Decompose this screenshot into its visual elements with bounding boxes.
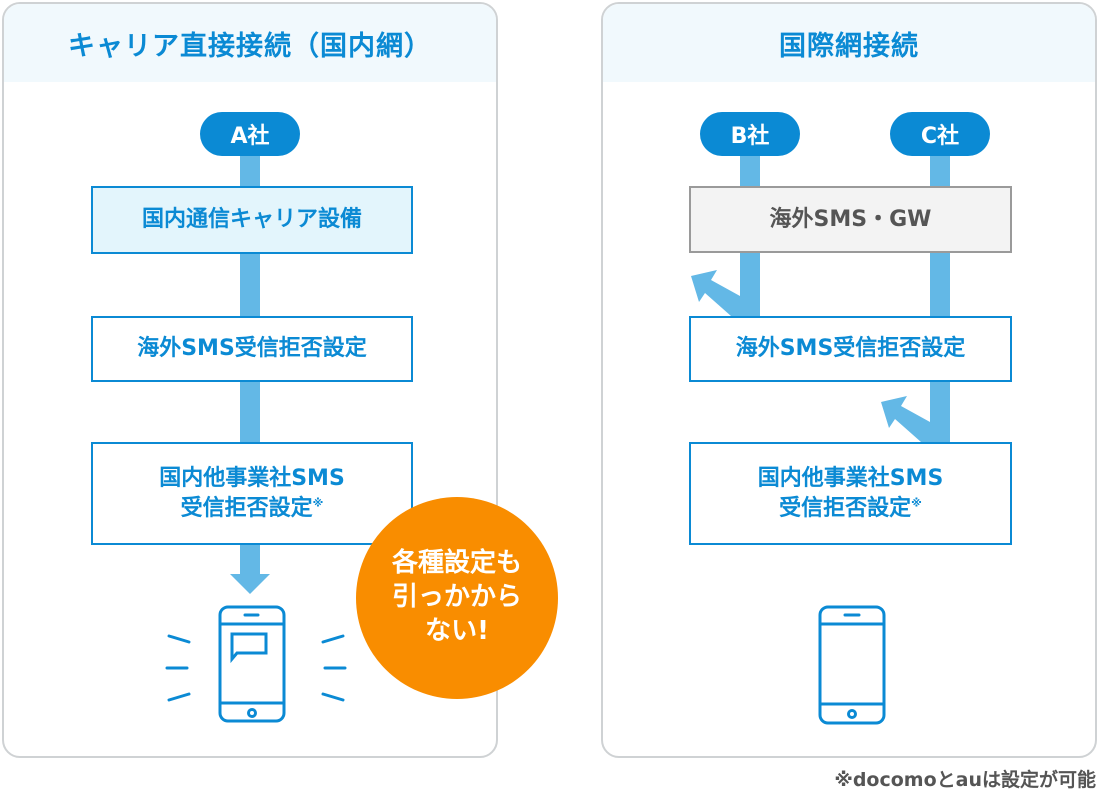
badge-line-3: ない! [425, 615, 489, 646]
badge-line-2: 引っかから [391, 582, 522, 613]
arrow-head [230, 574, 270, 594]
arrow-up-left-icon [691, 270, 740, 316]
footnote: ※docomoとauは設定が可能 [834, 769, 1096, 791]
arrow-up-left-icon [881, 396, 930, 442]
phone-icon [818, 605, 886, 725]
no-filter-badge: 各種設定も 引っかから ない! [356, 497, 558, 699]
phone-ringing-icon [165, 605, 347, 723]
international-panel: 国際網接続 B社 C社 海外SMS・GW 海外SMS受信拒否設定 国内他事業社S… [601, 2, 1097, 758]
badge-line-1: 各種設定も [391, 548, 522, 579]
